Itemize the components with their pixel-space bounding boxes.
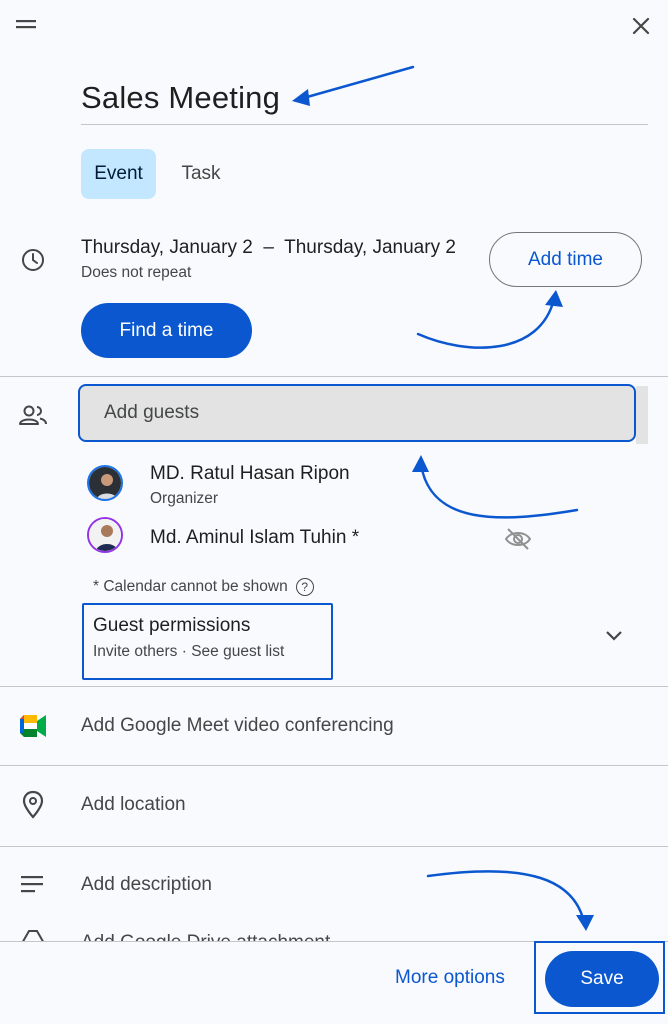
guest-role: Organizer [150,490,219,507]
add-time-button[interactable]: Add time [489,232,642,287]
guest-name: Md. Aminul Islam Tuhin * [150,527,360,548]
tab-event[interactable]: Event [81,149,156,199]
chevron-down-icon[interactable] [604,629,624,643]
add-attachment-button[interactable]: Add Google Drive attachment [81,932,330,941]
guest-permissions-detail: Invite others · See guest list [93,643,285,660]
close-icon[interactable] [629,14,653,38]
drive-icon [20,929,46,941]
guest-input-background [636,386,648,444]
add-meet-button[interactable]: Add Google Meet video conferencing [81,715,394,737]
visibility-off-icon[interactable] [504,527,532,551]
tab-task[interactable]: Task [166,149,236,199]
divider [0,846,668,847]
arrow-to-save [426,870,586,924]
date-range[interactable]: Thursday, January 2 – Thursday, January … [81,237,456,259]
repeat-setting[interactable]: Does not repeat [81,264,191,282]
avatar [87,465,123,501]
event-title-input[interactable]: Sales Meeting [81,80,280,116]
people-icon [18,403,48,429]
calendar-note: * Calendar cannot be shown ? [93,578,314,596]
add-location-input[interactable]: Add location [81,794,186,816]
avatar [87,517,123,553]
find-a-time-button[interactable]: Find a time [81,303,252,358]
divider [0,376,668,377]
help-icon[interactable]: ? [295,578,314,596]
save-button[interactable]: Save [545,951,659,1007]
drag-handle-icon[interactable] [14,18,38,32]
google-meet-icon [19,714,47,738]
guest-name: MD. Ratul Hasan Ripon [150,463,350,484]
more-options-button[interactable]: More options [395,967,505,989]
divider [0,686,668,687]
add-description-input[interactable]: Add description [81,874,212,896]
arrow-to-add-time [416,297,556,349]
add-guests-input[interactable]: Add guests [78,384,636,442]
clock-icon [20,247,46,273]
guest-permissions-title[interactable]: Guest permissions [93,615,250,637]
description-lines-icon [20,874,44,894]
arrow-to-guests [419,462,579,519]
location-pin-icon [22,790,44,820]
title-underline [81,124,648,125]
calendar-note-text: * Calendar cannot be shown [93,578,288,595]
divider [0,765,668,766]
arrow-to-title [298,65,415,101]
